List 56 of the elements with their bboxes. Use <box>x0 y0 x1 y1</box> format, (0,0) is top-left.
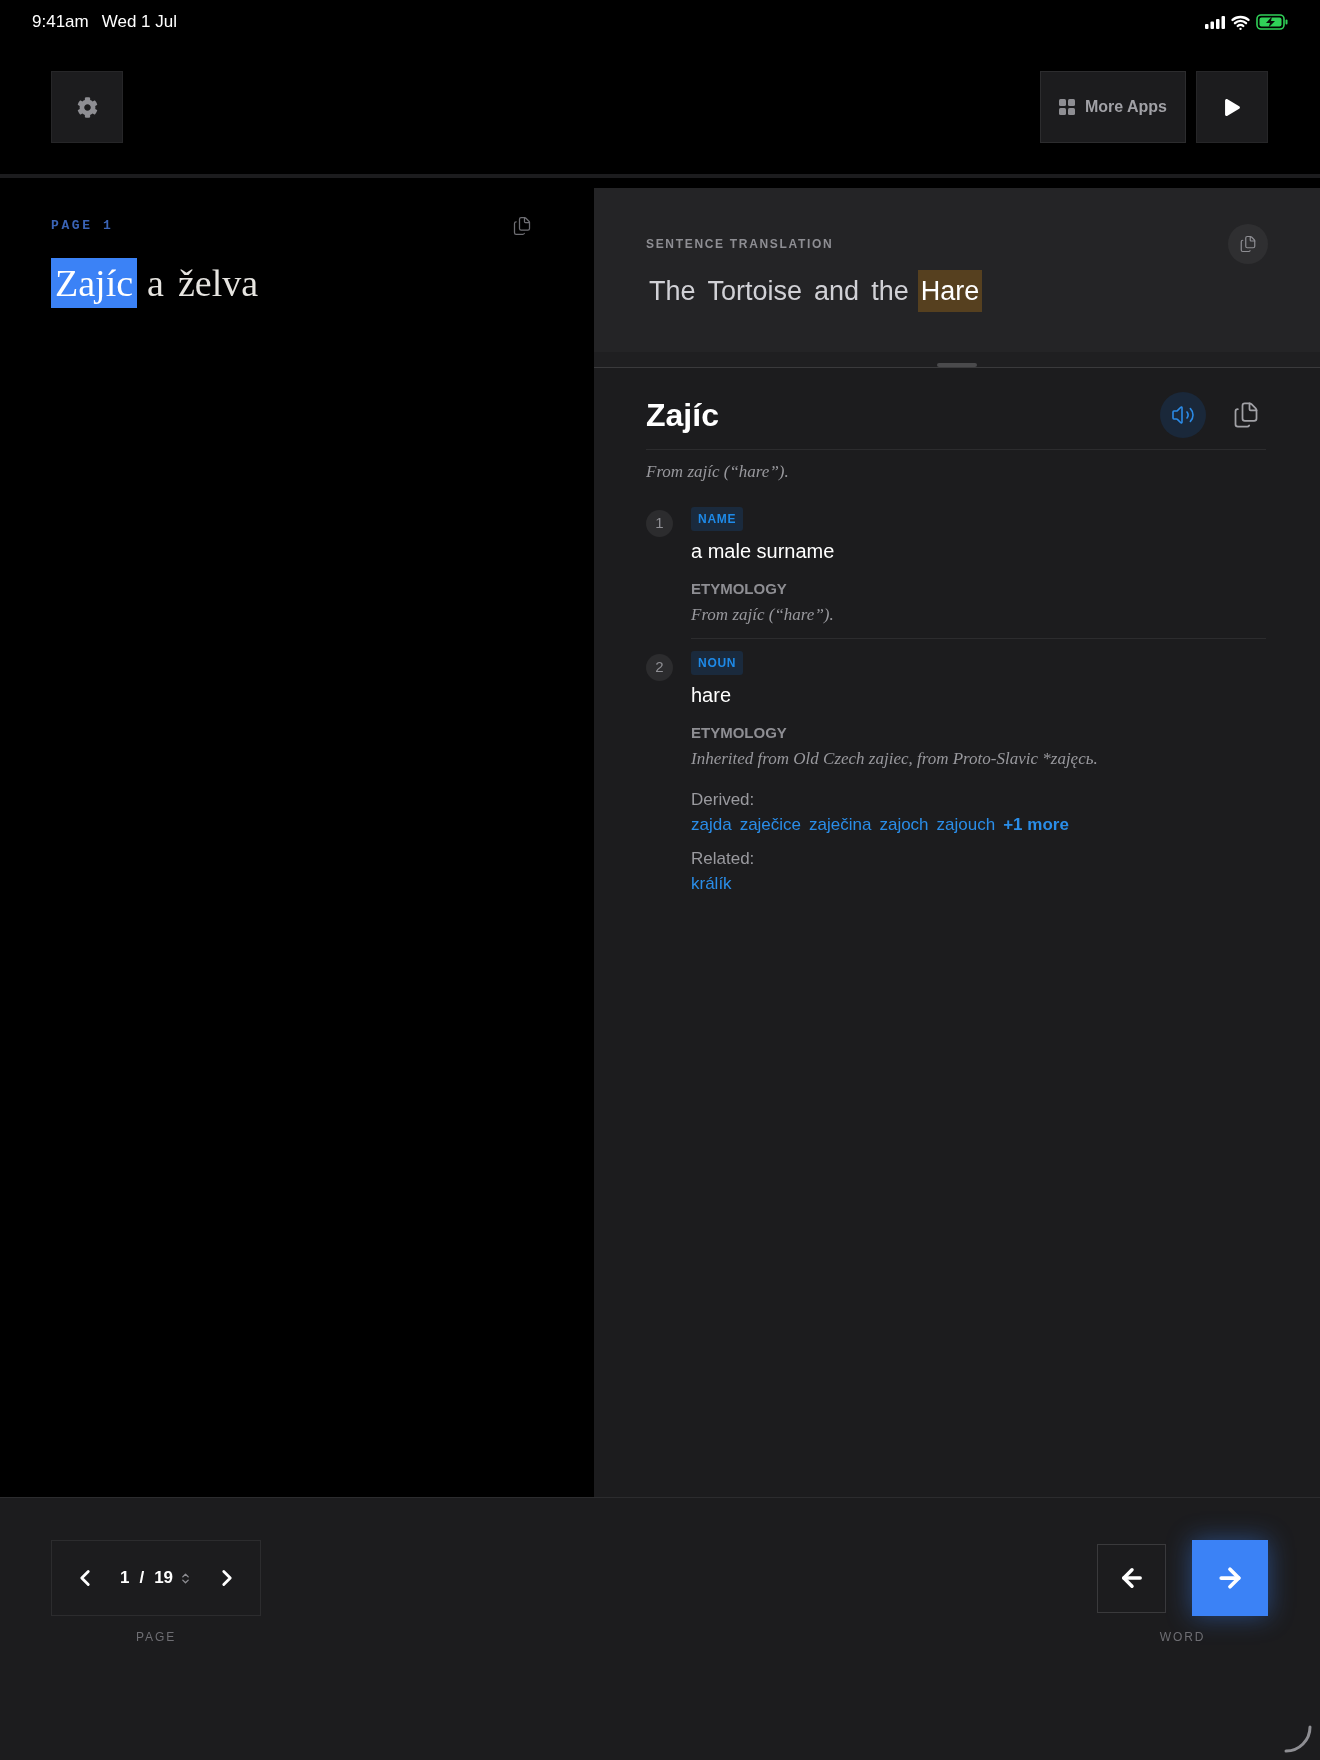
signal-icon <box>1205 15 1225 29</box>
translation-heading: SENTENCE TRANSLATION <box>646 236 834 253</box>
page-word[interactable]: želva <box>173 258 263 308</box>
copy-button[interactable] <box>512 216 532 236</box>
relation-label: Derived: <box>691 789 756 811</box>
page-word[interactable]: Zajíc <box>51 258 138 308</box>
relation-label: Related: <box>691 848 756 870</box>
definition-text: a male surname <box>691 539 836 564</box>
grid-icon <box>1058 99 1075 115</box>
sense-number: 1 <box>646 510 673 537</box>
translation-word: The <box>648 275 697 308</box>
more-link[interactable]: +1 more <box>1003 813 1069 837</box>
etymology-summary: From zajíc (“hare”). <box>646 461 790 483</box>
word-nav-label: WORD <box>1159 1629 1206 1646</box>
copy-icon <box>512 216 532 236</box>
word-link[interactable]: zaječice <box>739 813 802 837</box>
corner-arc-icon <box>1284 1725 1312 1753</box>
settings-icon <box>76 96 98 118</box>
word-link[interactable]: králík <box>691 872 732 896</box>
headword: Zajíc <box>646 396 719 435</box>
word-link[interactable]: zajouch <box>936 813 996 837</box>
etymology-text: From zajíc (“hare”). <box>691 604 835 626</box>
speaker-button[interactable] <box>1160 392 1206 438</box>
etymology-text: Inherited from Old Czech zajiec, from Proto-Slavic *zajęcь. <box>691 748 1099 770</box>
pager-label: PAGE <box>135 1629 177 1646</box>
status-date: Wed 1 Jul <box>101 11 177 34</box>
sense-number: 2 <box>646 654 673 681</box>
page-word[interactable]: a <box>143 258 168 308</box>
copy-icon <box>1232 401 1260 429</box>
more-apps-button[interactable]: More Apps <box>1039 71 1186 143</box>
copy-icon <box>1239 235 1257 253</box>
page-number-label: PAGE 1 <box>51 217 114 236</box>
settings-button[interactable] <box>51 71 123 143</box>
copy-button[interactable] <box>1232 401 1260 429</box>
next-word-button[interactable] <box>1192 1540 1268 1616</box>
translation-word: the <box>870 275 910 308</box>
play-button[interactable] <box>1196 71 1268 143</box>
translation-word: and <box>813 275 861 308</box>
drag-handle[interactable] <box>937 363 977 367</box>
previous-word-button[interactable] <box>1097 1543 1166 1613</box>
word-link[interactable]: zaječina <box>809 813 872 837</box>
translation-word: Hare <box>917 270 983 312</box>
page-picker[interactable]: 1 / 19 <box>119 1565 193 1591</box>
part-of-speech-tag: NAME <box>691 507 744 531</box>
word-link[interactable]: zajda <box>691 813 732 837</box>
battery-charging-icon <box>1256 14 1288 30</box>
part-of-speech-tag: NOUN <box>691 651 744 675</box>
etymology-heading: ETYMOLOGY <box>691 579 788 599</box>
word-link[interactable]: zajoch <box>879 813 929 837</box>
copy-button[interactable] <box>1228 224 1268 264</box>
play-icon <box>1223 98 1241 116</box>
translation-word: Tortoise <box>706 275 804 308</box>
definition-text: hare <box>691 683 733 708</box>
speaker-icon <box>1171 403 1195 427</box>
status-time: 9:41am <box>32 11 89 34</box>
etymology-heading: ETYMOLOGY <box>691 723 788 743</box>
